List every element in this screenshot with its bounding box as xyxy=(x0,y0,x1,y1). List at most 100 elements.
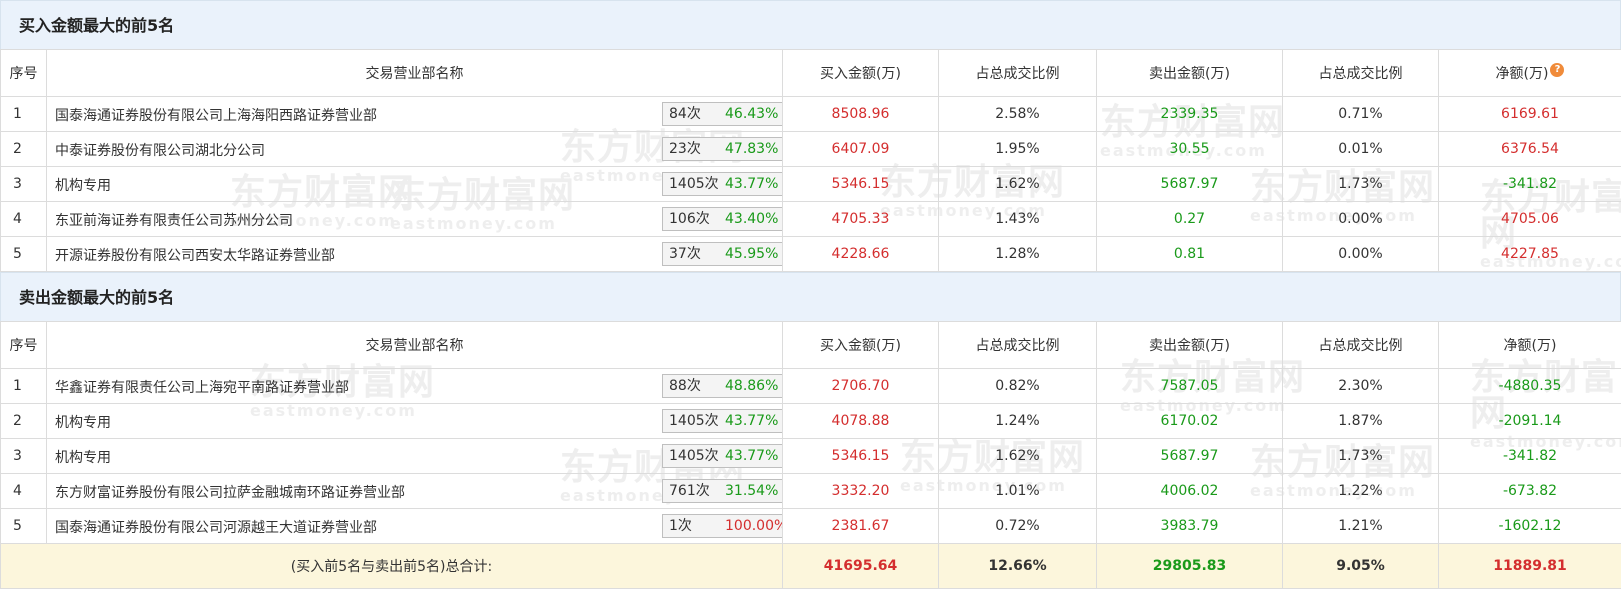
total-buy-ratio: 12.66% xyxy=(938,543,1097,589)
broker-name: 东亚前海证券有限责任公司苏州分公司 xyxy=(55,213,293,229)
row-index: 2 xyxy=(0,403,47,439)
table-row[interactable]: 3 机构专用 1405次 43.77% 5346.15 1.62% 5687.97 1.73%… xyxy=(0,438,1621,474)
broker-name: 开源证券股份有限公司西安太华路证券营业部 xyxy=(55,248,335,264)
trade-count: 23次 xyxy=(669,141,701,157)
buy-amount: 4228.66 xyxy=(782,236,939,272)
sell-amount: 30.55 xyxy=(1096,131,1283,167)
trade-count: 1次 xyxy=(669,518,692,534)
row-index: 4 xyxy=(0,473,47,509)
buy-table-header: 序号 交易营业部名称 买入金额(万) 占总成交比例 卖出金额(万) 占总成交比例… xyxy=(0,49,1621,97)
row-index: 5 xyxy=(0,236,47,272)
broker-cell: 国泰海通证券股份有限公司河源越王大道证券营业部 1次 100.00% xyxy=(46,508,783,544)
buy-ratio: 1.01% xyxy=(938,473,1097,509)
sell-ratio: 1.73% xyxy=(1282,438,1439,474)
broker-stats-button[interactable]: 84次46.43%? xyxy=(662,102,782,126)
col-broker-name: 交易营业部名称 xyxy=(46,49,783,97)
broker-cell: 机构专用 1405次 43.77% xyxy=(46,403,783,439)
table-row[interactable]: 2 中泰证券股份有限公司湖北分公司 23次 47.83% 6407.09 1.95% 30.… xyxy=(0,131,1621,167)
broker-name: 华鑫证券有限责任公司上海宛平南路证券营业部 xyxy=(55,380,349,396)
broker-stats-button[interactable]: 88次48.86%? xyxy=(662,374,782,398)
row-index: 4 xyxy=(0,201,47,237)
net-amount: 4227.85 xyxy=(1438,236,1621,272)
sell-section: 卖出金额最大的前5名 序号 交易营业部名称 买入金额(万) 占总成交比例 卖出金… xyxy=(0,272,1621,589)
broker-name: 机构专用 xyxy=(55,450,111,466)
sell-amount: 5687.97 xyxy=(1096,166,1283,202)
broker-stats-button[interactable]: 1405次 43.77% xyxy=(662,409,782,433)
sell-section-title: 卖出金额最大的前5名 xyxy=(0,272,1621,321)
broker-stats-button[interactable]: 1405次 43.77% xyxy=(662,444,782,468)
buy-section-title: 买入金额最大的前5名 xyxy=(0,0,1621,49)
sell-amount: 2339.35 xyxy=(1096,96,1283,132)
table-row[interactable]: 5 开源证券股份有限公司西安太华路证券营业部 37次 45.95% 4228.66 1.2… xyxy=(0,236,1621,272)
col-buy-amount: 买入金额(万) xyxy=(782,49,939,97)
sell-ratio: 0.00% xyxy=(1282,236,1439,272)
trade-count: 37次 xyxy=(669,246,701,262)
row-index: 2 xyxy=(0,131,47,167)
sell-amount: 6170.02 xyxy=(1096,403,1283,439)
sell-table: 序号 交易营业部名称 买入金额(万) 占总成交比例 卖出金额(万) 占总成交比例… xyxy=(0,321,1621,589)
table-row[interactable]: 1国泰海通证券股份有限公司上海海阳西路证券营业部84次46.43%?8508.9… xyxy=(0,96,1621,132)
sell-ratio: 1.21% xyxy=(1282,508,1439,544)
buy-ratio: 1.62% xyxy=(938,438,1097,474)
table-row[interactable]: 2 机构专用 1405次 43.77% 4078.88 1.24% 6170.02 1.87%… xyxy=(0,403,1621,439)
buy-amount: 2381.67 xyxy=(782,508,939,544)
col-net-amount: 净额(万) xyxy=(1438,321,1621,369)
col-buy-ratio: 占总成交比例 xyxy=(938,321,1097,369)
question-circle-icon[interactable]: ? xyxy=(1550,63,1565,77)
table-row[interactable]: 5 国泰海通证券股份有限公司河源越王大道证券营业部 1次 100.00% 2381.67… xyxy=(0,508,1621,544)
sell-ratio: 0.71% xyxy=(1282,96,1439,132)
net-amount: -341.82 xyxy=(1438,438,1621,474)
buy-ratio: 1.95% xyxy=(938,131,1097,167)
total-row: (买入前5名与卖出前5名)总合计: 41695.64 12.66% 29805.… xyxy=(0,543,1621,589)
broker-cell: 机构专用 1405次 43.77% xyxy=(46,438,783,474)
broker-stats-button[interactable]: 23次 47.83% xyxy=(662,137,782,161)
sell-ratio: 1.22% xyxy=(1282,473,1439,509)
trade-count: 84次 xyxy=(669,106,701,122)
buy-amount: 4705.33 xyxy=(782,201,939,237)
trade-count: 106次 xyxy=(669,211,710,227)
col-sell-amount: 卖出金额(万) xyxy=(1096,49,1283,97)
broker-stats-button[interactable]: 37次 45.95% xyxy=(662,242,782,266)
col-buy-ratio: 占总成交比例 xyxy=(938,49,1097,97)
broker-name: 国泰海通证券股份有限公司河源越王大道证券营业部 xyxy=(55,520,377,536)
win-rate: 43.40% xyxy=(725,211,779,227)
trade-count: 1405次 xyxy=(669,448,719,464)
col-index: 序号 xyxy=(0,49,47,97)
win-rate: 47.83% xyxy=(725,141,779,157)
row-index: 5 xyxy=(0,508,47,544)
col-sell-ratio: 占总成交比例 xyxy=(1282,49,1439,97)
sell-ratio: 0.01% xyxy=(1282,131,1439,167)
table-row[interactable]: 3 机构专用 1405次 43.77% 5346.15 1.62% 5687.97 1.73%… xyxy=(0,166,1621,202)
buy-amount: 2706.70 xyxy=(782,368,939,404)
sell-ratio: 1.87% xyxy=(1282,403,1439,439)
broker-stats-button[interactable]: 1405次 43.77% xyxy=(662,172,782,196)
broker-name: 东方财富证券股份有限公司拉萨金融城南环路证券营业部 xyxy=(55,485,405,501)
broker-stats-button[interactable]: 761次 31.54% xyxy=(662,479,782,503)
col-sell-ratio: 占总成交比例 xyxy=(1282,321,1439,369)
sell-amount: 4006.02 xyxy=(1096,473,1283,509)
broker-cell: 东方财富证券股份有限公司拉萨金融城南环路证券营业部 761次 31.54% xyxy=(46,473,783,509)
col-net-amount: 净额(万)? xyxy=(1438,49,1621,97)
broker-stats-button[interactable]: 1次 100.00% xyxy=(662,514,782,538)
buy-amount: 3332.20 xyxy=(782,473,939,509)
broker-cell: 中泰证券股份有限公司湖北分公司 23次 47.83% xyxy=(46,131,783,167)
table-row[interactable]: 1华鑫证券有限责任公司上海宛平南路证券营业部88次48.86%?2706.700… xyxy=(0,368,1621,404)
buy-ratio: 1.43% xyxy=(938,201,1097,237)
buy-amount: 8508.96 xyxy=(782,96,939,132)
sell-ratio: 1.73% xyxy=(1282,166,1439,202)
buy-amount: 5346.15 xyxy=(782,166,939,202)
row-index: 1 xyxy=(0,96,47,132)
table-row[interactable]: 4 东方财富证券股份有限公司拉萨金融城南环路证券营业部 761次 31.54% 3332… xyxy=(0,473,1621,509)
broker-name: 机构专用 xyxy=(55,415,111,431)
win-rate: 43.77% xyxy=(725,448,779,464)
buy-amount: 5346.15 xyxy=(782,438,939,474)
broker-stats-button[interactable]: 106次 43.40% xyxy=(662,207,782,231)
buy-ratio: 2.58% xyxy=(938,96,1097,132)
total-sell-amount: 29805.83 xyxy=(1096,543,1283,589)
trade-count: 88次 xyxy=(669,378,701,394)
buy-ratio: 1.28% xyxy=(938,236,1097,272)
table-row[interactable]: 4 东亚前海证券有限责任公司苏州分公司 106次 43.40% 4705.33 1.43%… xyxy=(0,201,1621,237)
col-index: 序号 xyxy=(0,321,47,369)
net-amount: -341.82 xyxy=(1438,166,1621,202)
sell-table-header: 序号 交易营业部名称 买入金额(万) 占总成交比例 卖出金额(万) 占总成交比例… xyxy=(0,321,1621,369)
